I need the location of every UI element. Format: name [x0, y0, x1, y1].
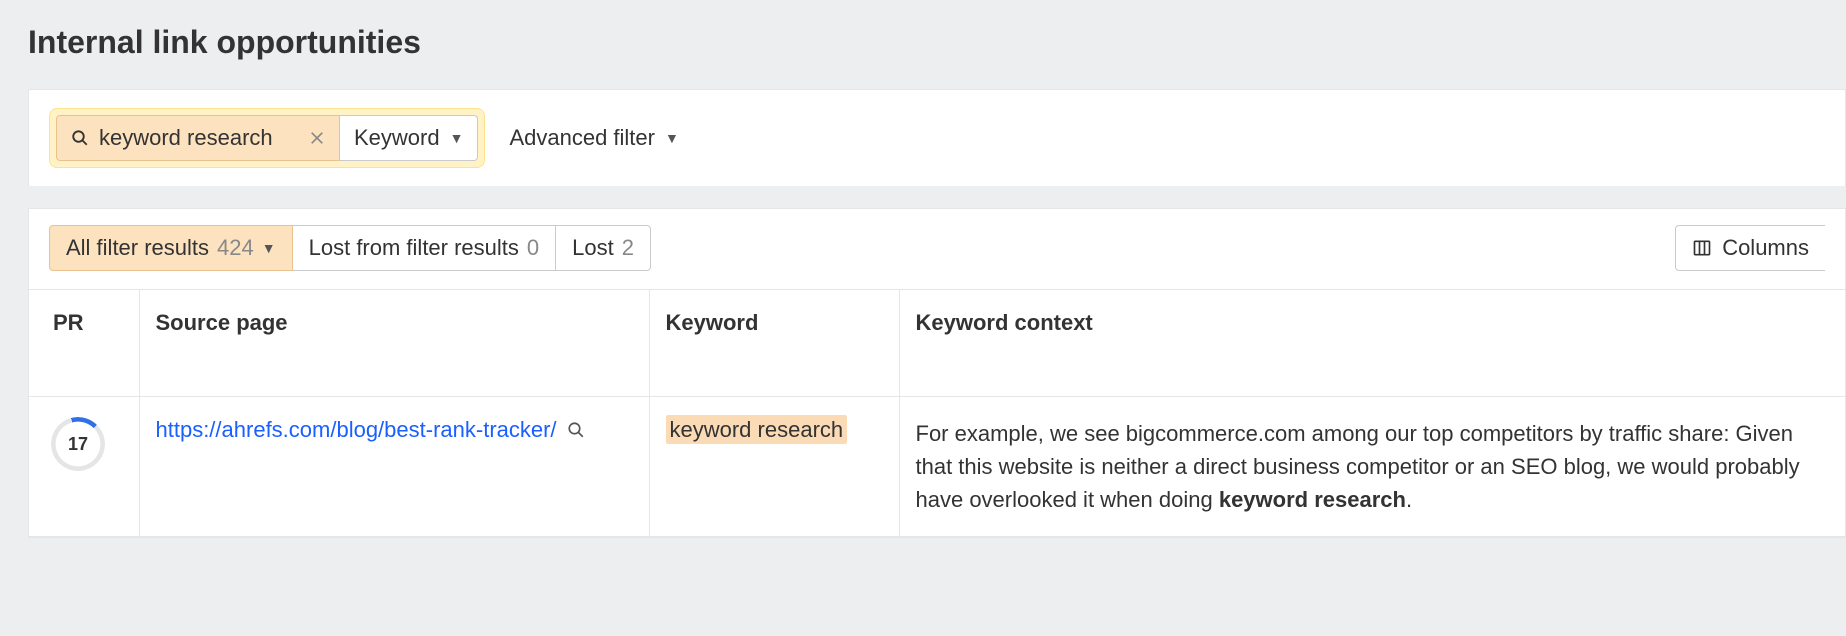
context-highlight: keyword research — [1219, 487, 1406, 512]
keyword-highlight: keyword research — [666, 415, 848, 444]
cell-context: For example, we see bigcommerce.com amon… — [899, 397, 1845, 537]
page-title: Internal link opportunities — [28, 24, 1846, 61]
tab-count: 2 — [622, 235, 634, 261]
cell-pr: 17 — [29, 397, 139, 537]
results-panel: All filter results 424 ▼ Lost from filte… — [28, 208, 1846, 538]
search-icon — [71, 129, 89, 147]
pr-value: 17 — [68, 434, 88, 455]
filter-bar: Keyword ▼ Advanced filter ▼ — [28, 89, 1846, 186]
tab-label: All filter results — [66, 235, 209, 261]
source-page-link[interactable]: https://ahrefs.com/blog/best-rank-tracke… — [156, 417, 557, 443]
columns-icon — [1692, 238, 1712, 258]
keyword-context-text: For example, we see bigcommerce.com amon… — [916, 421, 1800, 512]
advanced-filter-dropdown[interactable]: Advanced filter ▼ — [509, 125, 678, 151]
search-input[interactable] — [99, 125, 299, 151]
result-tabs: All filter results 424 ▼ Lost from filte… — [49, 225, 651, 271]
col-header-keyword[interactable]: Keyword — [649, 290, 899, 397]
clear-search-icon[interactable] — [309, 130, 325, 146]
scope-dropdown[interactable]: Keyword ▼ — [340, 115, 478, 161]
tab-count: 424 — [217, 235, 254, 261]
col-header-pr[interactable]: PR — [29, 290, 139, 397]
search-segment[interactable] — [56, 115, 340, 161]
columns-label: Columns — [1722, 235, 1809, 261]
caret-down-icon: ▼ — [665, 130, 679, 146]
col-header-context[interactable]: Keyword context — [899, 290, 1845, 397]
tab-lost[interactable]: Lost 2 — [556, 225, 651, 271]
search-highlight-wrap: Keyword ▼ — [49, 108, 485, 168]
table-row: 17 https://ahrefs.com/blog/best-rank-tra… — [29, 397, 1845, 537]
inspect-icon[interactable] — [567, 421, 585, 439]
advanced-filter-label: Advanced filter — [509, 125, 655, 151]
tab-all-filter-results[interactable]: All filter results 424 ▼ — [49, 225, 293, 271]
tab-label: Lost from filter results — [309, 235, 519, 261]
cell-keyword: keyword research — [649, 397, 899, 537]
scope-label: Keyword — [354, 125, 440, 151]
caret-down-icon: ▼ — [262, 240, 276, 256]
pr-badge: 17 — [51, 417, 105, 471]
caret-down-icon: ▼ — [450, 130, 464, 146]
col-header-source[interactable]: Source page — [139, 290, 649, 397]
search-scope-group: Keyword ▼ — [56, 115, 478, 161]
tab-label: Lost — [572, 235, 614, 261]
tab-count: 0 — [527, 235, 539, 261]
columns-button[interactable]: Columns — [1675, 225, 1825, 271]
results-toolbar: All filter results 424 ▼ Lost from filte… — [29, 209, 1845, 289]
context-post: . — [1406, 487, 1412, 512]
tab-lost-from-filter[interactable]: Lost from filter results 0 — [293, 225, 557, 271]
results-table: PR Source page Keyword Keyword context 1… — [29, 289, 1845, 537]
cell-source: https://ahrefs.com/blog/best-rank-tracke… — [139, 397, 649, 537]
